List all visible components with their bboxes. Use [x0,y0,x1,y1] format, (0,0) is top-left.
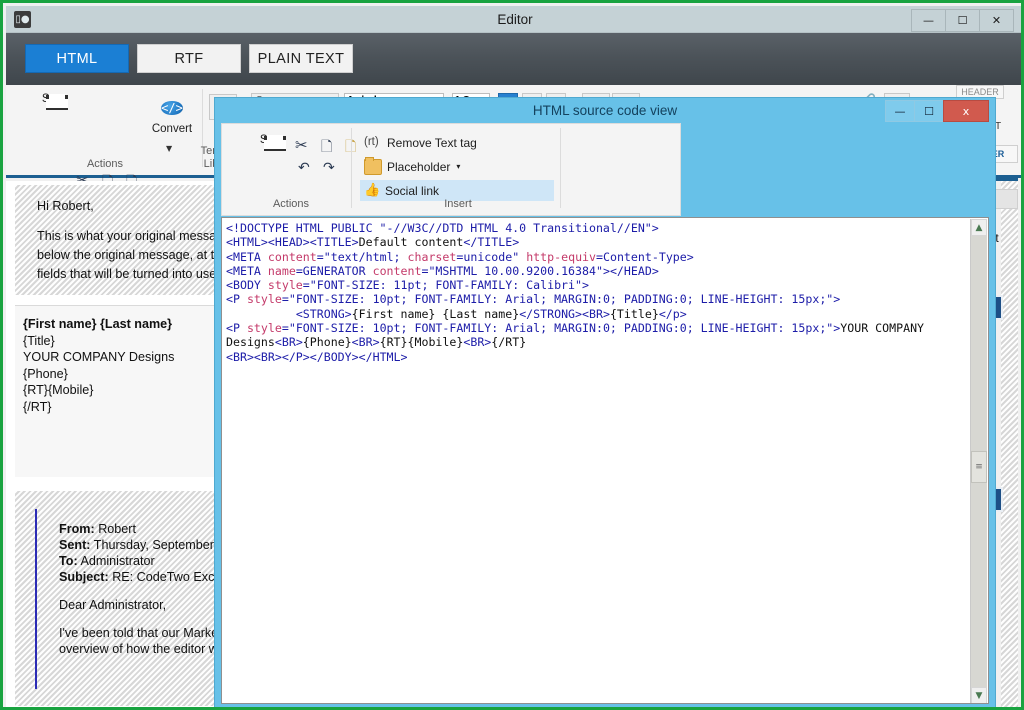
tab-html[interactable]: HTML [25,44,129,73]
code-vertical-scrollbar[interactable]: ▲ ≡ ▼ [970,219,987,704]
insert-social-link-label: Social link [385,184,439,198]
quote-body-line-1: I've been told that our Market [59,625,215,641]
source-minimize-button[interactable]: — [885,100,915,122]
preview-greeting: Hi Robert, [37,197,215,216]
convert-button-label: Convert [152,123,192,135]
scrollbar-track[interactable]: ≡ [971,236,987,687]
thumbs-up-icon: 👍 [364,184,380,198]
message-preview-pane[interactable]: Hi Robert, This is what your original me… [6,181,215,710]
preview-signature-block[interactable]: {First name} {Last name} {Title} YOUR CO… [15,305,215,477]
source-dialog-ribbon: Save ✂ 🗋 🗋 ↶ ↷ (rt) Remove Text tag Plac… [221,123,681,216]
preview-original-message: Hi Robert, This is what your original me… [15,185,215,295]
quote-to-value: Administrator [80,554,154,568]
insert-remove-text-tag-label: Remove Text tag [387,136,477,150]
signature-company: YOUR COMPANY Designs [23,349,215,366]
preview-body-line-1: This is what your original messa [37,227,215,246]
folder-icon [364,159,382,175]
tab-rtf[interactable]: RTF [137,44,241,73]
ribbon-group-actions-label: Actions [20,158,190,170]
maximize-button[interactable]: ☐ [945,9,980,32]
scissors-icon[interactable]: ✂ [295,136,308,154]
editor-window: Editor ▯● — ☐ ✕ HTML RTF PLAIN TEXT Save… [0,0,1024,710]
quote-body-line-2: overview of how the editor wo [59,641,215,657]
chevron-down-icon[interactable]: ▼ [166,144,172,153]
source-dialog-title: HTML source code view [215,98,995,123]
tab-plain-text[interactable]: PLAIN TEXT [249,44,353,73]
source-group-actions-label: Actions [236,198,346,210]
source-dialog-titlebar: HTML source code view — ☐ x [215,98,995,123]
minimize-button[interactable]: — [911,9,946,32]
signature-mobile: {RT}{Mobile} [23,382,215,399]
undo-icon[interactable]: ↶ [298,160,310,176]
source-ribbon-divider-1 [351,128,352,208]
quote-salutation: Dear Administrator, [59,597,215,613]
signature-rt-close: {/RT} [23,399,215,416]
quote-from-value: Robert [98,522,136,536]
html-source-textarea[interactable]: <!DOCTYPE HTML PUBLIC "-//W3C//DTD HTML … [221,217,989,704]
insert-placeholder-label: Placeholder [387,160,450,174]
convert-icon: </> [161,101,183,115]
main-window-controls: — ☐ ✕ [912,9,1014,32]
quote-from-label: From: [59,522,95,536]
preview-body-line-3: fields that will be turned into use [37,265,215,284]
preview-body-line-2: below the original message, at t [37,246,215,265]
chevron-down-icon[interactable]: ▾ [456,162,460,171]
header-placeholder-label[interactable]: HEADER [956,85,1004,99]
editor-icon: ▯● [14,11,31,28]
signature-phone: {Phone} [23,366,215,383]
quote-sent-label: Sent: [59,538,90,552]
convert-button[interactable]: </> Convert [144,93,200,135]
scroll-down-arrow[interactable]: ▼ [971,687,987,704]
scroll-up-arrow[interactable]: ▲ [971,219,987,236]
quote-accent-bar [35,509,37,689]
quote-subject-value: RE: CodeTwo Excl [112,570,215,584]
quote-to-label: To: [59,554,78,568]
preview-quoted-message: From: Robert Sent: Thursday, September T… [15,491,215,706]
format-mode-strip: HTML RTF PLAIN TEXT [6,33,1024,85]
signature-name: {First name} {Last name} [23,316,215,333]
html-source-code[interactable]: <!DOCTYPE HTML PUBLIC "-//W3C//DTD HTML … [226,221,966,364]
source-ribbon-divider-2 [560,128,561,208]
copy-icon[interactable]: 🗋 [321,136,332,160]
close-button[interactable]: ✕ [979,9,1014,32]
insert-remove-text-tag[interactable]: (rt) Remove Text tag [360,132,483,153]
quote-subject-label: Subject: [59,570,109,584]
scrollbar-thumb[interactable]: ≡ [971,451,987,483]
insert-placeholder[interactable]: Placeholder ▾ [360,156,466,177]
source-dialog-window-controls: — ☐ x [886,100,989,122]
quote-sent-value: Thursday, September [94,538,214,552]
signature-title: {Title} [23,333,215,350]
page-title: Editor [6,6,1024,33]
html-source-dialog: HTML source code view — ☐ x Save ✂ 🗋 🗋 ↶… [215,98,995,710]
source-save-button[interactable]: Save [244,134,302,146]
source-group-insert-label: Insert [358,198,558,210]
rt-tag-icon: (rt) [364,136,382,150]
source-close-button[interactable]: x [943,100,989,122]
save-button[interactable]: Save [26,93,84,105]
redo-icon[interactable]: ↷ [323,160,335,176]
main-titlebar: Editor ▯● — ☐ ✕ [6,6,1024,33]
source-maximize-button[interactable]: ☐ [914,100,944,122]
